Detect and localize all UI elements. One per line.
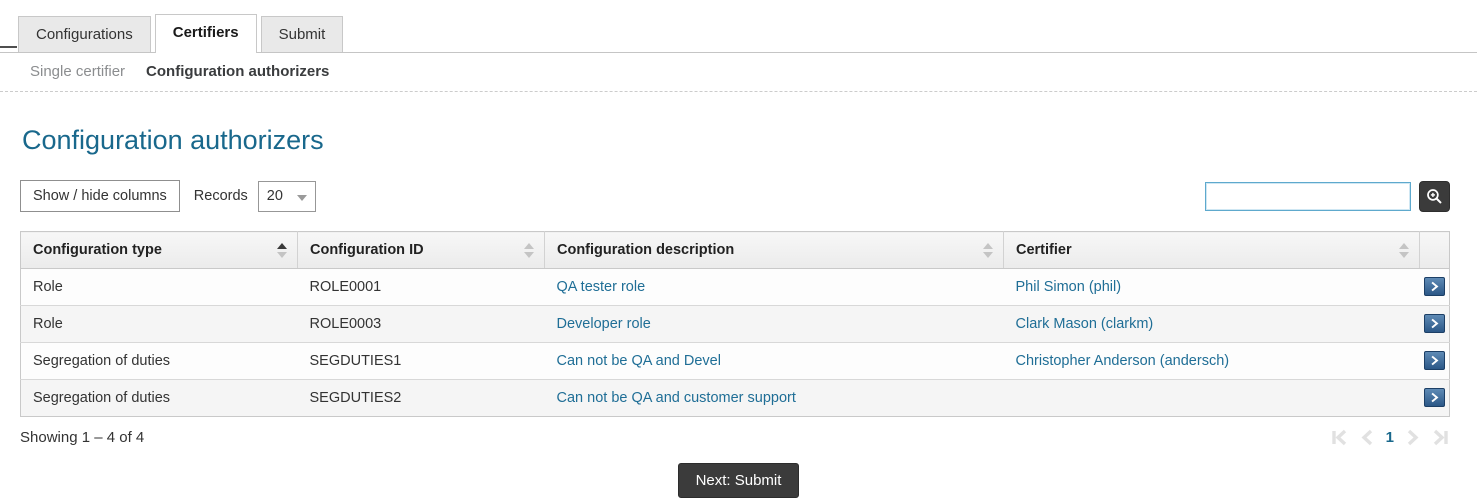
- search-group: [1205, 181, 1450, 212]
- column-header-configuration-type[interactable]: Configuration type: [21, 232, 298, 269]
- tab-certifiers[interactable]: Certifiers: [155, 14, 257, 53]
- configuration-description-link[interactable]: Can not be QA and customer support: [557, 390, 796, 406]
- actions-column-header: [1420, 232, 1450, 269]
- table-header-row: Configuration type Configuration ID Conf…: [21, 232, 1450, 269]
- column-header-label: Certifier: [1016, 242, 1072, 258]
- records-selected-value: 20: [267, 188, 283, 204]
- certifier-link[interactable]: Phil Simon (phil): [1016, 279, 1122, 295]
- previous-page-icon[interactable]: [1360, 429, 1374, 446]
- chevron-right-icon: [1428, 280, 1441, 293]
- current-page-number[interactable]: 1: [1384, 429, 1396, 446]
- records-label: Records: [194, 188, 248, 204]
- cell-configuration-type: Role: [21, 269, 298, 306]
- configuration-authorizers-table: Configuration type Configuration ID Conf…: [20, 231, 1450, 417]
- table-row: Segregation of duties SEGDUTIES1 Can not…: [21, 343, 1450, 380]
- cell-configuration-type: Segregation of duties: [21, 343, 298, 380]
- subnav: Single certifier Configuration authorize…: [0, 53, 1477, 92]
- table-row: Segregation of duties SEGDUTIES2 Can not…: [21, 380, 1450, 417]
- row-detail-button[interactable]: [1424, 277, 1445, 296]
- pagination: 1: [1330, 429, 1450, 446]
- main-tabbar: Configurations Certifiers Submit: [0, 14, 1477, 53]
- column-header-label: Configuration ID: [310, 242, 424, 258]
- table-toolbar: Show / hide columns Records 20: [20, 180, 1450, 212]
- next-submit-button[interactable]: Next: Submit: [678, 463, 800, 498]
- column-header-configuration-id[interactable]: Configuration ID: [298, 232, 545, 269]
- cell-configuration-id: ROLE0003: [298, 306, 545, 343]
- configuration-description-link[interactable]: QA tester role: [557, 279, 646, 295]
- certification-config-screen: Configurations Certifiers Submit Single …: [0, 0, 1477, 500]
- certifier-link[interactable]: Christopher Anderson (andersch): [1016, 353, 1230, 369]
- cell-configuration-id: SEGDUTIES1: [298, 343, 545, 380]
- column-header-label: Configuration type: [33, 242, 162, 258]
- first-page-icon[interactable]: [1330, 429, 1350, 446]
- sort-both-icon: [983, 243, 993, 258]
- cell-configuration-id: ROLE0001: [298, 269, 545, 306]
- sort-both-icon: [524, 243, 534, 258]
- certifier-link[interactable]: Clark Mason (clarkm): [1016, 316, 1154, 332]
- last-page-icon[interactable]: [1430, 429, 1450, 446]
- cell-configuration-type: Segregation of duties: [21, 380, 298, 417]
- column-header-label: Configuration description: [557, 242, 734, 258]
- row-detail-button[interactable]: [1424, 388, 1445, 407]
- cell-configuration-id: SEGDUTIES2: [298, 380, 545, 417]
- row-detail-button[interactable]: [1424, 351, 1445, 370]
- chevron-right-icon: [1428, 317, 1441, 330]
- column-header-configuration-description[interactable]: Configuration description: [545, 232, 1004, 269]
- show-hide-columns-button[interactable]: Show / hide columns: [20, 180, 180, 212]
- subnav-single-certifier[interactable]: Single certifier: [30, 63, 125, 80]
- search-input[interactable]: [1205, 182, 1411, 211]
- sort-ascending-icon: [277, 243, 287, 258]
- records-per-page-select[interactable]: 20: [258, 181, 316, 212]
- configuration-description-link[interactable]: Can not be QA and Devel: [557, 353, 721, 369]
- sort-both-icon: [1399, 243, 1409, 258]
- chevron-right-icon: [1428, 391, 1441, 404]
- tab-submit[interactable]: Submit: [261, 16, 344, 52]
- magnifier-zoom-in-icon: [1425, 187, 1444, 206]
- tab-strip-edge: [0, 46, 17, 48]
- row-detail-button[interactable]: [1424, 314, 1445, 333]
- cell-configuration-type: Role: [21, 306, 298, 343]
- tab-configurations[interactable]: Configurations: [18, 16, 151, 52]
- caret-down-icon: [297, 195, 307, 201]
- configuration-description-link[interactable]: Developer role: [557, 316, 651, 332]
- table-row: Role ROLE0001 QA tester role Phil Simon …: [21, 269, 1450, 306]
- table-row: Role ROLE0003 Developer role Clark Mason…: [21, 306, 1450, 343]
- table-footer: Showing 1 – 4 of 4 1: [20, 429, 1450, 446]
- next-button-row: Next: Submit: [0, 463, 1477, 498]
- page-title: Configuration authorizers: [22, 125, 1477, 156]
- search-button[interactable]: [1419, 181, 1450, 212]
- chevron-right-icon: [1428, 354, 1441, 367]
- subnav-configuration-authorizers[interactable]: Configuration authorizers: [146, 63, 329, 80]
- next-page-icon[interactable]: [1406, 429, 1420, 446]
- column-header-certifier[interactable]: Certifier: [1004, 232, 1420, 269]
- showing-records-text: Showing 1 – 4 of 4: [20, 429, 144, 446]
